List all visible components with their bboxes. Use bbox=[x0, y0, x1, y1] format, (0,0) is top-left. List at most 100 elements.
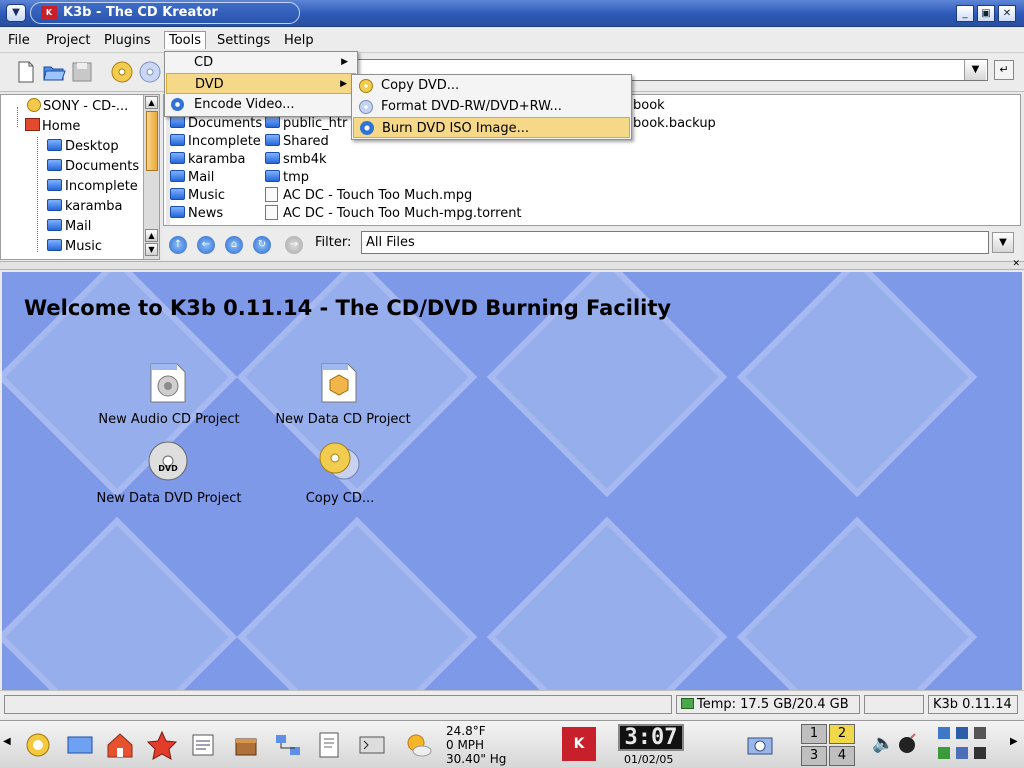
new-data-dvd-project[interactable]: New Data DVD Project bbox=[94, 491, 244, 506]
burn-cd-icon[interactable] bbox=[110, 60, 134, 84]
tree-item-sony-drive[interactable]: SONY - CD-... bbox=[27, 97, 128, 117]
folder-icon bbox=[47, 239, 62, 251]
save-icon[interactable] bbox=[70, 60, 94, 84]
panel-splitter[interactable]: ✕ bbox=[0, 259, 1024, 270]
system-tray-icons[interactable] bbox=[936, 725, 996, 765]
menu-plugins[interactable]: Plugins bbox=[100, 32, 155, 50]
terminal-icon[interactable] bbox=[356, 729, 388, 761]
menu-project[interactable]: Project bbox=[42, 32, 94, 50]
close-button[interactable]: ✕ bbox=[998, 5, 1016, 22]
kde-menu-icon[interactable] bbox=[22, 729, 54, 761]
file-item[interactable]: smb4k bbox=[265, 151, 327, 169]
file-item[interactable]: Documents bbox=[170, 115, 262, 133]
menu-file[interactable]: File bbox=[4, 32, 34, 50]
tree-item-home[interactable]: Home bbox=[25, 117, 80, 137]
tree-item-incomplete[interactable]: Incomplete bbox=[47, 177, 138, 197]
up-icon[interactable]: ↑ bbox=[169, 236, 187, 254]
tree-scroll-thumb[interactable] bbox=[146, 111, 158, 171]
k3b-taskbar-icon[interactable]: K bbox=[562, 727, 596, 761]
network-icon[interactable] bbox=[272, 729, 304, 761]
screenshot-icon[interactable] bbox=[744, 729, 776, 761]
copy-cd-project[interactable]: Copy CD... bbox=[285, 491, 395, 506]
version-status: K3b 0.11.14 bbox=[928, 695, 1018, 714]
folder-icon bbox=[265, 152, 280, 164]
window-title-pill[interactable]: K K3b - The CD Kreator bbox=[30, 2, 300, 24]
file-item[interactable]: book.backup bbox=[633, 115, 716, 133]
file-item[interactable]: public_htr bbox=[265, 115, 347, 133]
file-item[interactable]: Mail bbox=[170, 169, 214, 187]
star-icon[interactable] bbox=[146, 729, 178, 761]
home-nav-icon[interactable]: ⌂ bbox=[225, 236, 243, 254]
new-data-cd-project[interactable]: New Data CD Project bbox=[268, 412, 418, 427]
file-item[interactable]: AC DC - Touch Too Much-mpg.torrent bbox=[265, 205, 522, 223]
file-item[interactable]: News bbox=[170, 205, 223, 223]
filter-combo[interactable]: All Files bbox=[361, 231, 989, 254]
window-menu-button[interactable]: ▼ bbox=[6, 4, 26, 22]
folder-icon bbox=[47, 159, 62, 171]
tree-item-desktop[interactable]: Desktop bbox=[47, 137, 119, 157]
tools-menu-cd[interactable]: CD ▶ bbox=[166, 52, 356, 73]
scroll-up-icon[interactable]: ▲ bbox=[145, 229, 158, 242]
file-item[interactable]: Incomplete bbox=[170, 133, 261, 151]
file-item[interactable]: Shared bbox=[265, 133, 329, 151]
scroll-up-icon[interactable]: ▲ bbox=[145, 96, 158, 109]
file-item[interactable]: book bbox=[633, 97, 665, 115]
text-editor-icon[interactable] bbox=[314, 729, 346, 761]
home-icon[interactable] bbox=[104, 729, 136, 761]
forward-icon[interactable]: → bbox=[285, 236, 303, 254]
desktop-icon[interactable] bbox=[64, 729, 96, 761]
dvd-burn-iso[interactable]: Burn DVD ISO Image... bbox=[353, 117, 630, 138]
dvd-copy-dvd[interactable]: Copy DVD... bbox=[353, 75, 630, 96]
weather-pressure: 30.40" Hg bbox=[446, 752, 507, 766]
tree-item-music[interactable]: Music bbox=[47, 237, 102, 257]
menu-settings[interactable]: Settings bbox=[213, 32, 274, 50]
folder-icon bbox=[47, 219, 62, 231]
encode-video-icon bbox=[171, 98, 184, 111]
minimize-button[interactable]: _ bbox=[956, 5, 974, 22]
dvd-format[interactable]: Format DVD-RW/DVD+RW... bbox=[353, 96, 630, 117]
scroll-down-icon[interactable]: ▼ bbox=[145, 243, 158, 256]
maximize-button[interactable]: ▣ bbox=[977, 5, 995, 22]
menu-tools[interactable]: Tools bbox=[164, 31, 207, 49]
dvd-project-icon[interactable]: DVD bbox=[147, 440, 189, 482]
tools-menu-encode-video[interactable]: Encode Video... bbox=[166, 94, 356, 115]
bomb-icon[interactable] bbox=[896, 731, 920, 755]
tree-item-karamba[interactable]: karamba bbox=[47, 197, 122, 217]
copy-cd-icon[interactable] bbox=[138, 60, 162, 84]
new-project-icon[interactable] bbox=[14, 60, 38, 84]
desktop-pager-3[interactable]: 3 bbox=[801, 746, 827, 766]
tools-menu-dvd[interactable]: DVD ▶ bbox=[166, 73, 356, 94]
weather-temp: 24.8°F bbox=[446, 724, 486, 738]
back-icon[interactable]: ← bbox=[197, 236, 215, 254]
reload-icon[interactable]: ↻ bbox=[253, 236, 271, 254]
close-view-icon[interactable]: ✕ bbox=[1012, 259, 1020, 269]
desktop-pager-1[interactable]: 1 bbox=[801, 724, 827, 744]
audio-cd-project-icon[interactable] bbox=[147, 362, 189, 404]
file-item[interactable]: AC DC - Touch Too Much.mpg bbox=[265, 187, 472, 205]
file-item[interactable]: tmp bbox=[265, 169, 309, 187]
tree-item-documents[interactable]: Documents bbox=[47, 157, 139, 177]
package-icon[interactable] bbox=[230, 729, 262, 761]
taskbar-left-arrow-icon[interactable]: ◀ bbox=[3, 736, 11, 747]
go-to-location-icon[interactable]: ↵ bbox=[994, 60, 1014, 80]
filter-dropdown-button[interactable]: ▼ bbox=[992, 232, 1014, 253]
file-item[interactable]: karamba bbox=[170, 151, 245, 169]
volume-icon[interactable]: 🔈 bbox=[872, 733, 894, 754]
desktop-pager-4[interactable]: 4 bbox=[829, 746, 855, 766]
directory-tree[interactable]: SONY - CD-... Home Desktop Documents Inc… bbox=[0, 94, 160, 260]
location-dropdown-button[interactable]: ▼ bbox=[964, 60, 986, 80]
tree-item-mail[interactable]: Mail bbox=[47, 217, 91, 237]
desktop-pager-2[interactable]: 2 bbox=[829, 724, 855, 744]
file-item[interactable]: Music bbox=[170, 187, 225, 205]
title-bar[interactable]: ▼ K K3b - The CD Kreator _ ▣ ✕ bbox=[0, 0, 1024, 27]
copy-cd-project-icon[interactable] bbox=[318, 440, 360, 482]
clock-time[interactable]: 3:07 bbox=[618, 724, 684, 751]
tools-menu: CD ▶ DVD ▶ Encode Video... bbox=[164, 51, 358, 117]
menu-help[interactable]: Help bbox=[280, 32, 318, 50]
data-cd-project-icon[interactable] bbox=[318, 362, 360, 404]
new-audio-cd-project[interactable]: New Audio CD Project bbox=[94, 412, 244, 427]
taskbar-right-arrow-icon[interactable]: ▶ bbox=[1010, 736, 1018, 747]
mail-icon[interactable] bbox=[188, 729, 220, 761]
open-folder-icon[interactable] bbox=[42, 60, 66, 84]
tree-scrollbar[interactable]: ▲ ▲ ▼ bbox=[143, 95, 159, 259]
